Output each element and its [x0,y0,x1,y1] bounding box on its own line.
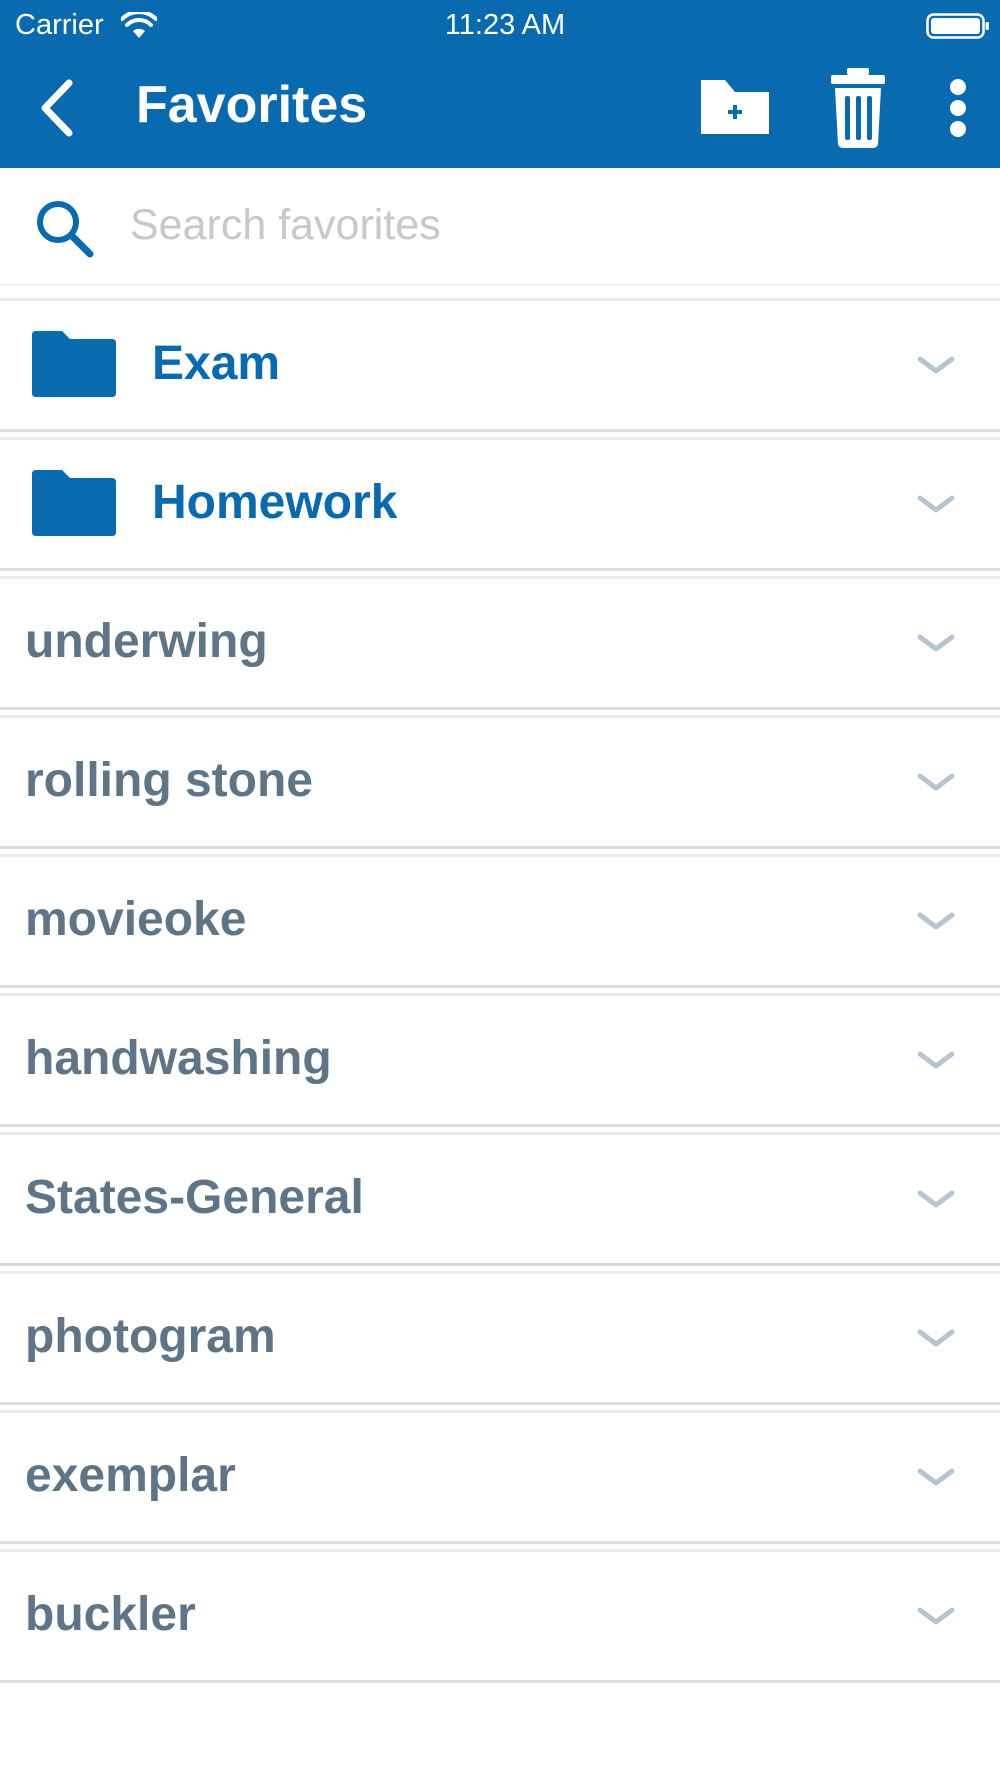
word-label: photogram [25,1310,276,1363]
new-folder-button[interactable] [693,70,775,142]
chevron-down-icon[interactable] [916,909,956,933]
word-row[interactable]: movieoke [0,854,1000,988]
favorites-list: Exam Homework underwing rolling stone mo… [0,284,1000,1683]
word-label: exemplar [25,1449,236,1502]
header: Carrier 11:23 AM Favorites [0,0,1000,168]
status-time: 11:23 AM [444,9,566,41]
folder-icon [32,470,116,536]
word-label: handwashing [25,1032,332,1085]
delete-button[interactable] [827,64,889,150]
word-row[interactable]: buckler [0,1549,1000,1683]
word-row[interactable]: exemplar [0,1410,1000,1544]
chevron-down-icon[interactable] [916,1465,956,1489]
page-title: Favorites [136,76,368,134]
chevron-down-icon[interactable] [916,770,956,794]
chevron-down-icon[interactable] [916,1604,956,1628]
chevron-down-icon[interactable] [916,1326,956,1350]
word-row[interactable]: photogram [0,1271,1000,1405]
chevron-down-icon[interactable] [916,1187,956,1211]
chevron-left-icon [41,79,73,137]
word-row[interactable]: handwashing [0,993,1000,1127]
chevron-down-icon[interactable] [916,1048,956,1072]
more-vertical-icon [950,79,966,137]
word-label: movieoke [25,893,247,946]
folder-row[interactable]: Homework [0,437,1000,571]
status-bar: Carrier 11:23 AM [0,0,1000,50]
back-button[interactable] [22,68,88,148]
word-label: rolling stone [25,754,313,807]
word-row[interactable]: States-General [0,1132,1000,1266]
trash-icon [831,68,885,148]
chevron-down-icon[interactable] [916,492,956,516]
navigation-bar: Favorites [0,50,1000,168]
folder-icon [32,331,116,397]
folder-label: Homework [152,476,398,529]
word-label: underwing [25,615,268,668]
search-icon [37,201,94,258]
word-row[interactable]: underwing [0,576,1000,710]
search-bar [0,168,1000,285]
new-folder-icon [701,80,769,134]
word-label: States-General [25,1171,364,1224]
folder-row[interactable]: Exam [0,298,1000,432]
search-input[interactable] [130,194,950,256]
folder-label: Exam [152,337,281,390]
chevron-down-icon[interactable] [916,631,956,655]
word-row[interactable]: rolling stone [0,715,1000,849]
chevron-down-icon[interactable] [916,353,956,377]
more-options-button[interactable] [940,68,976,148]
battery-icon [926,13,989,39]
word-label: buckler [25,1588,196,1641]
